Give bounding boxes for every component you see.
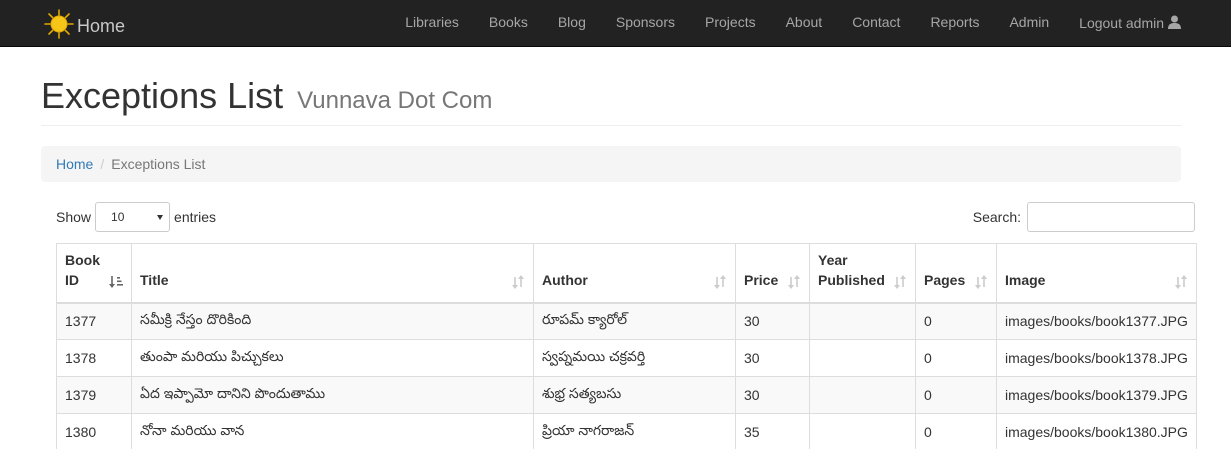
- brand-home-link[interactable]: Home: [43, 9, 126, 40]
- table-header-row: Book ID Title Author Price Year Publishe…: [56, 243, 1197, 304]
- brand-label: Home: [77, 15, 126, 36]
- nav-reports[interactable]: Reports: [915, 0, 994, 47]
- cell-book-id: 1380: [56, 413, 132, 449]
- column-header-label: Year: [818, 251, 848, 268]
- cell-book-id: 1378: [56, 339, 132, 377]
- cell-title: సమీక్రి నేస్తం దొరికింది: [131, 302, 534, 340]
- column-header-image[interactable]: Image: [996, 243, 1197, 304]
- sort-both-icon: [975, 274, 987, 289]
- page-title: Exceptions List: [41, 75, 284, 116]
- sort-both-icon: [1174, 274, 1187, 289]
- nav-blog[interactable]: Blog: [543, 0, 601, 47]
- nav-admin[interactable]: Admin: [994, 0, 1064, 47]
- cell-author: స్వప్నమయి చక్రవర్తి: [533, 339, 736, 377]
- page-subtitle: Vunnava Dot Com: [297, 87, 493, 114]
- column-header-author[interactable]: Author: [533, 243, 736, 304]
- breadcrumb-home[interactable]: Home: [56, 156, 93, 172]
- cell-image: images/books/book1379.JPG: [996, 376, 1197, 414]
- cell-title: ఏద ఇప్పామో దానిని పొందుతాము: [131, 376, 534, 414]
- cell-price: 30: [735, 339, 810, 377]
- nav-books[interactable]: Books: [474, 0, 543, 47]
- sort-both-icon: [788, 274, 800, 289]
- sort-both-icon: [894, 274, 906, 289]
- entries-length-control: Show 10 entries: [56, 202, 216, 232]
- show-label: Show: [56, 209, 92, 225]
- column-header-price[interactable]: Price: [735, 243, 810, 304]
- column-header-label: Published: [818, 271, 885, 288]
- cell-pages: 0: [915, 376, 997, 414]
- cell-image: images/books/book1380.JPG: [996, 413, 1197, 449]
- cell-author: రూపమ్ క్యారోల్: [533, 302, 736, 340]
- nav-libraries[interactable]: Libraries: [390, 0, 474, 47]
- cell-price: 30: [735, 376, 810, 414]
- table-row[interactable]: 1380 నోనా మరియు వాన ప్రియా నాగరాజన్ 35 0…: [56, 413, 1197, 449]
- user-icon: [1168, 15, 1181, 29]
- cell-pages: 0: [915, 339, 997, 377]
- column-header-pages[interactable]: Pages: [915, 243, 997, 304]
- search-input[interactable]: [1027, 202, 1195, 232]
- table-row[interactable]: 1378 తుంపా మరియు పిచ్చుకలు స్వప్నమయి చక్…: [56, 339, 1197, 377]
- page-title-block: Exceptions List Vunnava Dot Com: [41, 76, 1181, 121]
- cell-year-published: [809, 413, 916, 449]
- nav-about[interactable]: About: [771, 0, 838, 47]
- column-header-label: Pages: [924, 271, 966, 288]
- top-navbar: Home Libraries Books Blog Sponsors Proje…: [0, 0, 1231, 47]
- cell-price: 30: [735, 302, 810, 340]
- table-row[interactable]: 1377 సమీక్రి నేస్తం దొరికింది రూపమ్ క్యా…: [56, 302, 1197, 340]
- cell-author: ప్రియా నాగరాజన్: [533, 413, 736, 449]
- cell-year-published: [809, 302, 916, 340]
- caret-down-icon: [157, 215, 164, 220]
- column-header-label: Title: [140, 271, 169, 288]
- column-header-label: Image: [1005, 271, 1046, 288]
- cell-pages: 0: [915, 413, 997, 449]
- entries-label: entries: [174, 209, 217, 225]
- cell-price: 35: [735, 413, 810, 449]
- cell-author: శుభ్ర సత్యబసు: [533, 376, 736, 414]
- sun-logo-icon: [44, 9, 74, 39]
- cell-book-id: 1377: [56, 302, 132, 340]
- breadcrumb-separator: /: [100, 156, 105, 172]
- entries-select[interactable]: 10: [95, 202, 171, 232]
- sort-both-icon: [512, 274, 524, 289]
- cell-year-published: [809, 376, 916, 414]
- main-nav: Libraries Books Blog Sponsors Projects A…: [390, 0, 1231, 47]
- nav-contact[interactable]: Contact: [837, 0, 915, 47]
- search-label: Search:: [972, 209, 1021, 225]
- cell-title: తుంపా మరియు పిచ్చుకలు: [131, 339, 534, 377]
- nav-projects[interactable]: Projects: [690, 0, 771, 47]
- column-header-label: Author: [542, 271, 588, 288]
- search-control: Search:: [973, 202, 1195, 232]
- nav-sponsors[interactable]: Sponsors: [601, 0, 690, 47]
- cell-pages: 0: [915, 302, 997, 340]
- column-header-label: ID: [65, 271, 79, 288]
- cell-year-published: [809, 339, 916, 377]
- column-header-label: Price: [744, 271, 779, 288]
- sort-ascending-icon: [109, 275, 123, 288]
- sort-both-icon: [714, 274, 726, 289]
- logout-label: Logout admin: [1079, 15, 1164, 31]
- page-header: Exceptions List Vunnava Dot Com: [41, 76, 1181, 126]
- cell-book-id: 1379: [56, 376, 132, 414]
- breadcrumb-current: Exceptions List: [111, 156, 206, 172]
- column-header-year-published[interactable]: Year Published: [809, 243, 916, 304]
- cell-title: నోనా మరియు వాన: [131, 413, 534, 449]
- cell-image: images/books/book1377.JPG: [996, 302, 1197, 340]
- nav-logout[interactable]: Logout admin: [1064, 0, 1231, 47]
- exceptions-table: Book ID Title Author Price Year Publishe…: [56, 243, 1197, 449]
- column-header-book-id[interactable]: Book ID: [56, 243, 132, 304]
- column-header-title[interactable]: Title: [131, 243, 534, 304]
- table-row[interactable]: 1379 ఏద ఇప్పామో దానిని పొందుతాము శుభ్ర స…: [56, 376, 1197, 414]
- breadcrumb: Home / Exceptions List: [41, 146, 1181, 182]
- cell-image: images/books/book1378.JPG: [996, 339, 1197, 377]
- entries-select-value: 10: [111, 210, 125, 224]
- column-header-label: Book: [65, 251, 100, 268]
